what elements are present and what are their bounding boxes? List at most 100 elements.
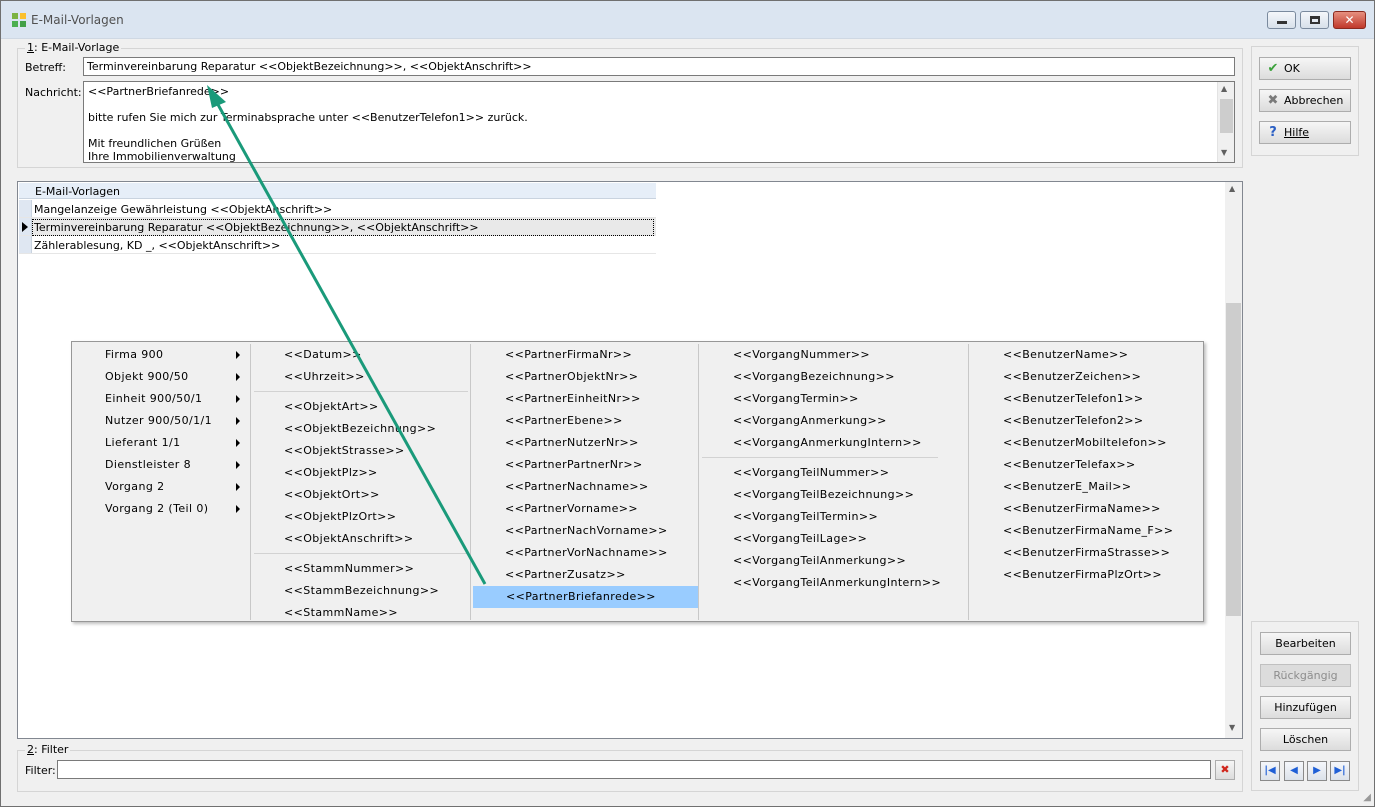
x-icon: ✖ (1267, 93, 1279, 108)
first-record-button[interactable]: |◀ (1260, 761, 1280, 781)
menu-placeholder-item[interactable]: <<ObjektPlzOrt>> (252, 506, 470, 528)
last-icon: ▶| (1334, 765, 1346, 776)
menu-placeholder-item[interactable]: <<BenutzerFirmaName>> (970, 498, 1203, 520)
scroll-up-icon[interactable]: ▲ (1229, 184, 1235, 193)
close-button[interactable]: ✕ (1333, 11, 1366, 29)
table-row-selected[interactable]: Terminvereinbarung Reparatur <<ObjektBez… (19, 218, 656, 236)
prev-icon: ◀ (1290, 765, 1298, 776)
menu-placeholder-item[interactable]: <<StammNummer>> (252, 558, 470, 580)
menu-placeholder-item[interactable]: <<VorgangAnmerkung>> (700, 410, 968, 432)
scrollbar-thumb[interactable] (1226, 303, 1241, 616)
menu-placeholder-item[interactable]: <<BenutzerFirmaName_F>> (970, 520, 1203, 542)
menu-placeholder-item[interactable]: <<VorgangTeilAnmerkungIntern>> (700, 572, 968, 594)
menu-placeholder-item[interactable]: <<VorgangNummer>> (700, 344, 968, 366)
grid-header-label: E-Mail-Vorlagen (35, 185, 121, 198)
help-label: Hilfe (1284, 126, 1310, 139)
menu-category-item[interactable]: Vorgang 2 (72, 476, 250, 498)
group-hotkey: 2 (27, 743, 34, 756)
menu-placeholder-item[interactable]: <<PartnerNachVorname>> (472, 520, 697, 542)
minimize-button[interactable] (1267, 11, 1296, 29)
menu-placeholder-item[interactable]: <<VorgangTeilTermin>> (700, 506, 968, 528)
table-row[interactable]: Zählerablesung, KD _, <<ObjektAnschrift>… (19, 236, 656, 254)
menu-category-item[interactable]: Objekt 900/50 (72, 366, 250, 388)
menu-placeholder-item[interactable]: <<PartnerZusatz>> (472, 564, 697, 586)
filter-input[interactable] (57, 760, 1211, 779)
menu-placeholder-item[interactable]: <<StammName>> (252, 602, 470, 624)
menu-category-item[interactable]: Nutzer 900/50/1/1 (72, 410, 250, 432)
help-button[interactable]: ? Hilfe (1259, 121, 1351, 144)
scroll-down-icon[interactable]: ▼ (1221, 148, 1227, 157)
email-templates-window: E-Mail-Vorlagen ✕ 1: E-Mail-Vorlage Betr… (0, 0, 1375, 807)
menu-placeholder-item[interactable]: <<VorgangTeilNummer>> (700, 462, 968, 484)
menu-placeholder-item[interactable]: <<ObjektArt>> (252, 396, 470, 418)
menu-placeholder-item[interactable]: <<PartnerVorNachname>> (472, 542, 697, 564)
menu-placeholder-item[interactable]: <<BenutzerTelefax>> (970, 454, 1203, 476)
menu-placeholder-item-highlighted[interactable]: <<PartnerBriefanrede>> (473, 586, 698, 608)
menu-placeholder-item[interactable]: <<ObjektPlz>> (252, 462, 470, 484)
app-icon (12, 13, 26, 27)
menu-placeholder-item[interactable]: <<BenutzerFirmaStrasse>> (970, 542, 1203, 564)
menu-placeholder-item[interactable]: <<BenutzerName>> (970, 344, 1203, 366)
menu-placeholder-item[interactable]: <<ObjektBezeichnung>> (252, 418, 470, 440)
ok-button[interactable]: ✔ OK (1259, 57, 1351, 80)
menu-category-item[interactable]: Lieferant 1/1 (72, 432, 250, 454)
menu-placeholder-item[interactable]: <<BenutzerTelefon1>> (970, 388, 1203, 410)
message-label: Nachricht: (25, 86, 82, 99)
menu-placeholder-item[interactable]: <<PartnerPartnerNr>> (472, 454, 697, 476)
menu-placeholder-item[interactable]: <<PartnerNachname>> (472, 476, 697, 498)
next-record-button[interactable]: ▶ (1307, 761, 1327, 781)
menu-placeholder-item[interactable]: <<VorgangTeilAnmerkung>> (700, 550, 968, 572)
email-template-group-title: 1: E-Mail-Vorlage (25, 41, 122, 54)
menu-placeholder-item[interactable]: <<PartnerObjektNr>> (472, 366, 697, 388)
menu-placeholder-item[interactable]: <<BenutzerFirmaPlzOrt>> (970, 564, 1203, 586)
subject-input[interactable]: Terminvereinbarung Reparatur <<ObjektBez… (83, 57, 1235, 76)
menu-category-item[interactable]: Einheit 900/50/1 (72, 388, 250, 410)
menu-category-item[interactable]: Firma 900 (72, 344, 250, 366)
message-scrollbar[interactable]: ▲ ▼ (1217, 82, 1234, 162)
menu-placeholder-item[interactable]: <<StammBezeichnung>> (252, 580, 470, 602)
menu-placeholder-item[interactable]: <<BenutzerMobiltelefon>> (970, 432, 1203, 454)
menu-placeholder-item[interactable]: <<Uhrzeit>> (252, 366, 470, 388)
cancel-button[interactable]: ✖ Abbrechen (1259, 89, 1351, 112)
table-row[interactable]: Mangelanzeige Gewährleistung <<ObjektAns… (19, 200, 656, 218)
clear-filter-button[interactable]: ✖ (1215, 760, 1235, 780)
last-record-button[interactable]: ▶| (1330, 761, 1350, 781)
scrollbar-thumb[interactable] (1220, 99, 1233, 133)
menu-placeholder-item[interactable]: <<PartnerNutzerNr>> (472, 432, 697, 454)
menu-placeholder-item[interactable]: <<PartnerEbene>> (472, 410, 697, 432)
menu-column-benutzer: <<BenutzerName>> <<BenutzerZeichen>> <<Ben… (970, 342, 1203, 621)
menu-placeholder-item[interactable]: <<VorgangTermin>> (700, 388, 968, 410)
menu-placeholder-item[interactable]: <<ObjektStrasse>> (252, 440, 470, 462)
message-textarea[interactable]: <<PartnerBriefanrede>> bitte rufen Sie m… (83, 81, 1235, 163)
menu-separator (702, 457, 938, 458)
menu-placeholder-item[interactable]: <<VorgangBezeichnung>> (700, 366, 968, 388)
scroll-up-icon[interactable]: ▲ (1221, 84, 1227, 93)
undo-button[interactable]: Rückgängig (1260, 664, 1351, 687)
delete-button[interactable]: Löschen (1260, 728, 1351, 751)
menu-placeholder-item[interactable]: <<BenutzerZeichen>> (970, 366, 1203, 388)
submenu-arrow-icon (236, 373, 240, 381)
edit-button[interactable]: Bearbeiten (1260, 632, 1351, 655)
grid-scrollbar[interactable]: ▲ ▼ (1225, 182, 1242, 738)
menu-placeholder-item[interactable]: <<BenutzerE_Mail>> (970, 476, 1203, 498)
submenu-arrow-icon (236, 439, 240, 447)
add-button[interactable]: Hinzufügen (1260, 696, 1351, 719)
menu-placeholder-item[interactable]: <<VorgangAnmerkungIntern>> (700, 432, 968, 454)
scroll-down-icon[interactable]: ▼ (1229, 723, 1235, 732)
maximize-button[interactable] (1300, 11, 1329, 29)
menu-placeholder-item[interactable]: <<VorgangTeilLage>> (700, 528, 968, 550)
menu-placeholder-item[interactable]: <<ObjektAnschrift>> (252, 528, 470, 550)
menu-placeholder-item[interactable]: <<VorgangTeilBezeichnung>> (700, 484, 968, 506)
previous-record-button[interactable]: ◀ (1284, 761, 1304, 781)
row-indicator (19, 200, 32, 217)
menu-category-item[interactable]: Vorgang 2 (Teil 0) (72, 498, 250, 520)
menu-separator (968, 344, 969, 620)
menu-placeholder-item[interactable]: <<PartnerEinheitNr>> (472, 388, 697, 410)
menu-placeholder-item[interactable]: <<PartnerVorname>> (472, 498, 697, 520)
resize-grip-icon[interactable]: ◢ (1363, 792, 1371, 803)
menu-placeholder-item[interactable]: <<ObjektOrt>> (252, 484, 470, 506)
menu-placeholder-item[interactable]: <<BenutzerTelefon2>> (970, 410, 1203, 432)
menu-category-item[interactable]: Dienstleister 8 (72, 454, 250, 476)
menu-placeholder-item[interactable]: <<PartnerFirmaNr>> (472, 344, 697, 366)
menu-placeholder-item[interactable]: <<Datum>> (252, 344, 470, 366)
